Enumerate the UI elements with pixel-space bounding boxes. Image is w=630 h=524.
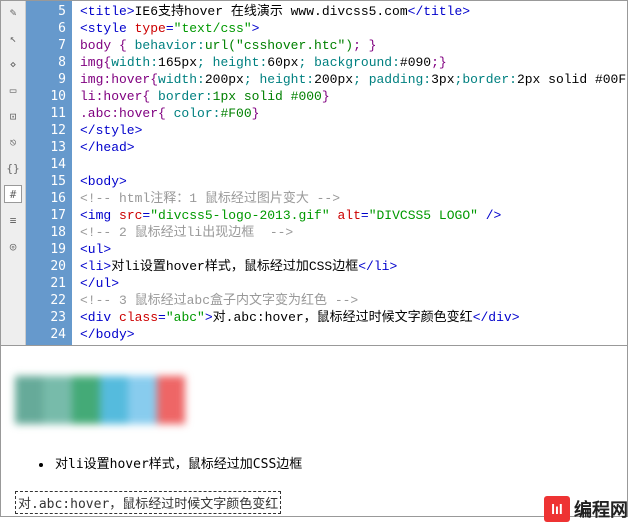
line-number: 6 [26, 20, 66, 37]
line-number: 21 [26, 275, 66, 292]
code-line[interactable]: img:hover{width:200px; height:200px; pad… [80, 71, 627, 88]
watermark: lıl 编程网 [544, 496, 628, 522]
line-number-gutter: 56789101112131415161718192021222324 [26, 1, 72, 345]
line-number: 9 [26, 71, 66, 88]
watermark-logo-icon: lıl [544, 496, 570, 522]
list-item[interactable]: 对li设置hover样式，鼠标经过加CSS边框 [53, 452, 304, 473]
rect-icon[interactable]: ▭ [4, 81, 22, 99]
line-number: 5 [26, 3, 66, 20]
line-number: 10 [26, 88, 66, 105]
code-line[interactable]: <!-- html注释：1 鼠标经过图片变大 --> [80, 190, 627, 207]
line-number: 16 [26, 190, 66, 207]
code-line[interactable]: li:hover{ border:1px solid #000} [80, 88, 627, 105]
line-number: 13 [26, 139, 66, 156]
code-line[interactable]: <style type="text/css"> [80, 20, 627, 37]
line-number: 8 [26, 54, 66, 71]
code-line[interactable]: .abc:hover{ color:#F00} [80, 105, 627, 122]
code-line[interactable]: <img src="divcss5-logo-2013.gif" alt="DI… [80, 207, 627, 224]
code-line[interactable]: </style> [80, 122, 627, 139]
code-line[interactable]: <ul> [80, 241, 627, 258]
code-area[interactable]: <title>IE6支持hover 在线演示 www.divcss5.com</… [72, 1, 627, 345]
link-icon[interactable]: ⎋ [4, 133, 22, 151]
code-line[interactable]: <li>对li设置hover样式，鼠标经过加CSS边框</li> [80, 258, 627, 275]
line-number: 12 [26, 122, 66, 139]
watermark-text: 编程网 [574, 496, 628, 522]
code-line[interactable]: body { behavior:url("csshover.htc"); } [80, 37, 627, 54]
preview-list: 对li设置hover样式，鼠标经过加CSS边框 [37, 452, 613, 473]
cursor-icon[interactable]: ↖ [4, 29, 22, 47]
editor-window: ✎ ↖ ⋄ ▭ ⊡ ⎋ {} # ≡ ◎ 5678910111213141516… [0, 0, 628, 517]
line-number: 20 [26, 258, 66, 275]
code-line[interactable]: <!-- 3 鼠标经过abc盒子内文字变为红色 --> [80, 292, 627, 309]
code-line[interactable]: <div class="abc">对.abc:hover，鼠标经过时候文字颜色变… [80, 309, 627, 326]
code-editor-pane: ✎ ↖ ⋄ ▭ ⊡ ⎋ {} # ≡ ◎ 5678910111213141516… [1, 1, 627, 346]
code-line[interactable]: img{width:165px; height:60px; background… [80, 54, 627, 71]
code-line[interactable] [80, 156, 627, 173]
line-number: 22 [26, 292, 66, 309]
vertical-toolbar: ✎ ↖ ⋄ ▭ ⊡ ⎋ {} # ≡ ◎ [1, 1, 26, 345]
code-line[interactable]: <!-- 2 鼠标经过li出现边框 --> [80, 224, 627, 241]
line-number: 23 [26, 309, 66, 326]
code-line[interactable]: <body> [80, 173, 627, 190]
dashed-icon[interactable]: ⊡ [4, 107, 22, 125]
preview-pane: 对li设置hover样式，鼠标经过加CSS边框 对.abc:hover，鼠标经过… [1, 346, 627, 516]
line-number: 19 [26, 241, 66, 258]
line-number: 18 [26, 224, 66, 241]
target-icon[interactable]: ◎ [4, 237, 22, 255]
blurred-logo-image [15, 376, 185, 424]
line-number: 11 [26, 105, 66, 122]
line-number: 15 [26, 173, 66, 190]
code-line[interactable]: <title>IE6支持hover 在线演示 www.divcss5.com</… [80, 3, 627, 20]
code-line[interactable]: </ul> [80, 275, 627, 292]
line-number: 24 [26, 326, 66, 343]
pencil-icon[interactable]: ✎ [4, 3, 22, 21]
line-number: 7 [26, 37, 66, 54]
bars-icon[interactable]: ≡ [4, 211, 22, 229]
hash-icon[interactable]: # [4, 185, 22, 203]
braces-icon[interactable]: {} [4, 159, 22, 177]
code-line[interactable]: </body> [80, 326, 627, 343]
code-line[interactable]: </head> [80, 139, 627, 156]
line-number: 14 [26, 156, 66, 173]
line-number: 17 [26, 207, 66, 224]
abc-hover-text[interactable]: 对.abc:hover，鼠标经过时候文字颜色变红 [15, 491, 281, 514]
tag-icon[interactable]: ⋄ [4, 55, 22, 73]
